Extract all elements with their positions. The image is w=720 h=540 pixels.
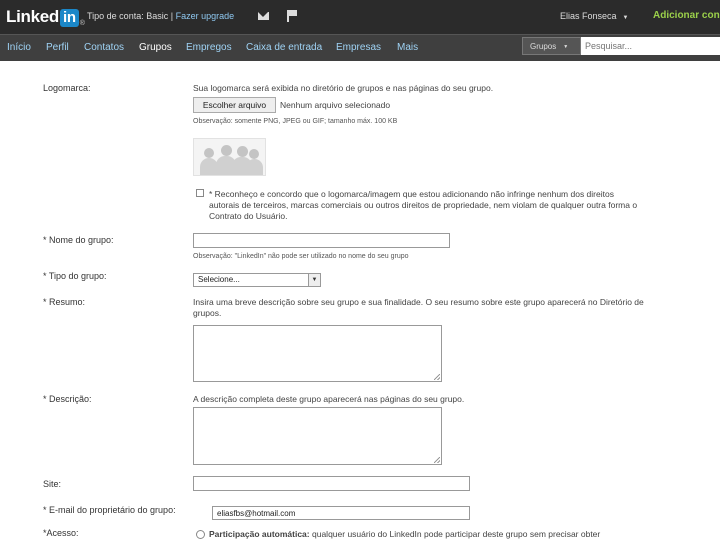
summary-label: * Resumo: [43, 297, 86, 307]
user-menu[interactable]: Elias Fonseca ▼ [560, 11, 628, 21]
ack-line-2: autorais de terceiros, marcas comerciais… [209, 200, 638, 210]
logo-text: Linked [6, 7, 59, 26]
ack-checkbox[interactable] [196, 189, 204, 197]
nav-item-empresas[interactable]: Empresas [336, 42, 381, 53]
group-name-input[interactable] [193, 233, 450, 248]
nav-item-perfil[interactable]: Perfil [46, 42, 69, 53]
add-contacts-link[interactable]: Adicionar con [653, 10, 720, 21]
logo-in-badge: in [60, 9, 79, 27]
search-scope-select[interactable]: Grupos ▼ [522, 37, 581, 55]
owner-email-label: * E-mail do proprietário do grupo: [43, 505, 176, 515]
group-name-label: * Nome do grupo: [43, 235, 114, 245]
logo-placeholder-image [193, 138, 266, 176]
file-note: Observação: somente PNG, JPEG ou GIF; ta… [193, 118, 398, 125]
account-separator: | [170, 11, 174, 21]
access-option-title: Participação automática: [209, 529, 310, 539]
chevron-down-icon: ▼ [622, 15, 629, 21]
choose-file-button[interactable]: Escolher arquivo [193, 97, 276, 113]
chevron-down-icon: ▼ [563, 44, 569, 50]
description-label: * Descrição: [43, 394, 92, 404]
flag-icon[interactable] [287, 10, 297, 22]
no-file-text: Nenhum arquivo selecionado [280, 100, 391, 110]
search-input[interactable] [581, 37, 720, 55]
access-option-text: qualquer usuário do LinkedIn pode partic… [312, 529, 601, 539]
user-name: Elias Fonseca [560, 11, 617, 21]
nav-item-mais[interactable]: Mais [397, 42, 418, 53]
nav-item-grupos[interactable]: Grupos [139, 42, 172, 53]
summary-hint-line-2: grupos. [193, 308, 222, 318]
site-label: Site: [43, 479, 62, 489]
nav-item-inicio[interactable]: Início [7, 42, 31, 53]
nav-item-empregos[interactable]: Empregos [186, 42, 232, 53]
group-type-select[interactable]: Selecione... ▼ [193, 273, 321, 287]
logo-hint: Sua logomarca será exibida no diretório … [193, 83, 494, 93]
summary-hint-line-1: Insira uma breve descrição sobre seu gru… [193, 297, 644, 307]
upgrade-link[interactable]: Fazer upgrade [176, 11, 235, 21]
ack-line-3: Contrato do Usuário. [209, 211, 288, 221]
group-name-note: Observação: "LinkedIn" não pode ser util… [193, 253, 409, 260]
access-option: Participação automática: qualquer usuári… [209, 529, 600, 539]
linkedin-logo[interactable]: Linked in ® [6, 7, 85, 27]
search-scope-label: Grupos [530, 42, 557, 52]
description-hint: A descrição completa deste grupo aparece… [193, 394, 465, 404]
chevron-down-icon: ▼ [308, 274, 320, 286]
owner-email-input[interactable] [212, 506, 470, 520]
access-label: *Acesso: [43, 528, 79, 538]
resize-grip-icon[interactable] [434, 457, 440, 463]
nav-item-contatos[interactable]: Contatos [84, 42, 124, 53]
group-type-label: * Tipo do grupo: [43, 271, 107, 281]
group-type-selected: Selecione... [198, 275, 240, 284]
top-bar: Linked in ® Tipo de conta: Basic | Fazer u… [0, 0, 720, 34]
account-info: Tipo de conta: Basic | Fazer upgrade [87, 11, 234, 21]
account-type: Tipo de conta: Basic [87, 11, 169, 21]
mail-icon[interactable] [258, 12, 269, 20]
resize-grip-icon[interactable] [434, 374, 440, 380]
nav-item-caixa-de-entrada[interactable]: Caixa de entrada [246, 42, 322, 53]
logo-registered-mark: ® [79, 20, 85, 27]
description-textarea[interactable] [193, 407, 442, 465]
logo-label: Logomarca: [43, 83, 91, 93]
summary-textarea[interactable] [193, 325, 442, 382]
ack-line-1: * Reconheço e concordo que o logomarca/i… [209, 189, 614, 199]
site-input[interactable] [193, 476, 470, 491]
auto-join-radio[interactable] [196, 530, 205, 539]
